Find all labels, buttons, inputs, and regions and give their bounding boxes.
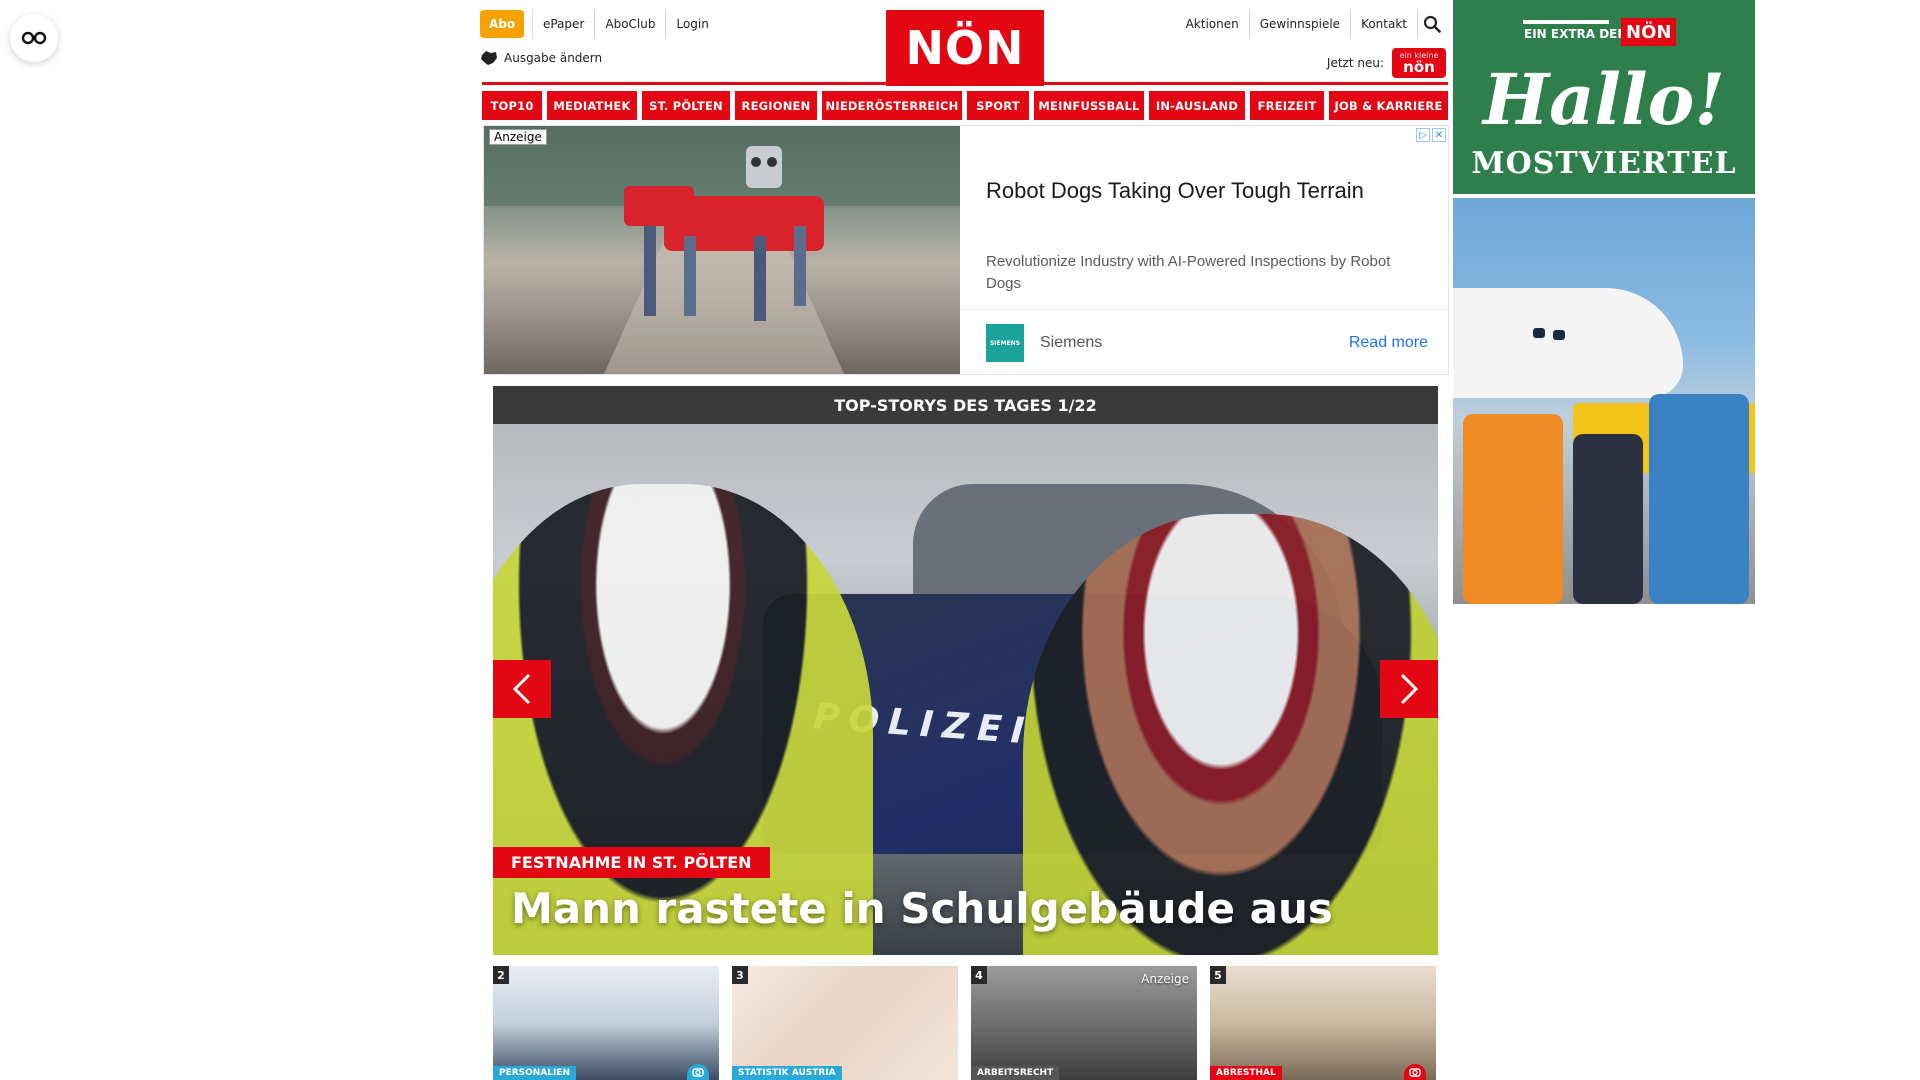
nav-top10[interactable]: TOP10 (482, 91, 542, 120)
suitcase-blue (1649, 394, 1749, 604)
thumb-number: 5 (1210, 966, 1226, 984)
carousel-prev-button[interactable] (493, 660, 551, 718)
nav-sport[interactable]: SPORT (967, 91, 1029, 120)
thumb-story-2[interactable]: 2 PERSONALIEN (493, 966, 719, 1080)
right-links: Aktionen Gewinnspiele Kontakt (1176, 10, 1446, 38)
adchoices-icon[interactable]: ▷ (1416, 128, 1430, 142)
abo-button[interactable]: Abo (480, 10, 524, 38)
nav-job-karriere[interactable]: JOB & KARRIERE (1329, 91, 1448, 120)
rail-extra-label: EIN EXTRA DER (1524, 27, 1627, 41)
reader-mode-button[interactable] (10, 14, 58, 62)
rail-region: MOSTVIERTEL (1471, 146, 1737, 181)
rail-airport-photo[interactable] (1453, 198, 1755, 604)
ad-divider (960, 309, 1448, 310)
thumb-number: 2 (493, 966, 509, 984)
robot-dog-illustration (484, 126, 960, 374)
search-icon[interactable] (1418, 10, 1446, 38)
nav-st-poelten[interactable]: ST. PÖLTEN (642, 91, 730, 120)
chevron-right-icon (1400, 673, 1419, 705)
top-links: ePaper AboClub Login (532, 10, 719, 38)
read-more-link[interactable]: Read more (1349, 334, 1428, 352)
nav-freizeit[interactable]: FREIZEIT (1250, 91, 1324, 120)
kontakt-link[interactable]: Kontakt (1351, 10, 1418, 38)
ausgabe-label: Ausgabe ändern (504, 51, 603, 65)
ausgabe-aendern[interactable]: Ausgabe ändern (480, 50, 602, 66)
thumb-story-5[interactable]: 5 ABRESTHAL (1210, 966, 1436, 1080)
kleine-non-text: nön (1403, 57, 1435, 76)
thumb-number: 4 (971, 966, 987, 984)
siemens-logo: SIEMENS (986, 324, 1024, 362)
top-stories-heading: TOP-STORYS DES TAGES 1/22 (493, 386, 1438, 424)
thumb-tag: ARBEITSRECHT (971, 1066, 1060, 1080)
rail-hallo-title: Hallo! (1482, 58, 1726, 141)
thumb-story-3[interactable]: 3 STATISTIK AUSTRIA (732, 966, 958, 1080)
thumb-story-4[interactable]: 4 Anzeige ARBEITSRECHT (971, 966, 1197, 1080)
camera-icon (687, 1064, 709, 1080)
suitcase-orange (1463, 414, 1563, 604)
rail-ad[interactable]: EIN EXTRA DER NÖN Hallo! MOSTVIERTEL (1453, 0, 1755, 604)
main-nav: TOP10 MEDIATHEK ST. PÖLTEN REGIONEN NIED… (482, 91, 1448, 120)
story-thumbnails: 2 PERSONALIEN 3 STATISTIK AUSTRIA 4 Anze… (493, 966, 1438, 1080)
nav-niederoesterreich[interactable]: NIEDERÖSTERREICH (822, 91, 962, 120)
site-header: Abo ePaper AboClub Login Ausgabe ändern … (480, 10, 1446, 86)
ad-label: Anzeige (489, 129, 547, 145)
ad-description: Revolutionize Industry with AI-Powered I… (986, 253, 1391, 292)
thumb-anzeige-label: Anzeige (1141, 972, 1189, 986)
login-link[interactable]: Login (665, 10, 718, 38)
hero-kicker[interactable]: FESTNAHME IN ST. PÖLTEN (493, 847, 770, 878)
robot-dog-image[interactable]: Anzeige (484, 126, 960, 374)
chevron-left-icon (512, 673, 531, 705)
close-icon[interactable]: ✕ (1432, 128, 1446, 142)
epaper-link[interactable]: ePaper (532, 10, 594, 38)
lower-austria-map-icon (481, 51, 497, 65)
nav-in-ausland[interactable]: IN-AUSLAND (1149, 91, 1245, 120)
gewinnspiele-link[interactable]: Gewinnspiele (1250, 10, 1352, 38)
suitcase-black (1573, 434, 1643, 604)
ad-choices[interactable]: ▷ ✕ (1416, 128, 1446, 142)
aktionen-link[interactable]: Aktionen (1176, 10, 1250, 38)
header-divider (482, 82, 1448, 85)
plane-window (1553, 330, 1565, 340)
plane-window (1533, 328, 1545, 338)
hero-story[interactable]: POLIZEI FESTNAHME IN ST. PÖLTEN Mann ras… (493, 424, 1438, 955)
jetzt-neu-label: Jetzt neu: (1326, 56, 1384, 70)
thumb-tag: ABRESTHAL (1210, 1066, 1282, 1080)
sponsored-ad[interactable]: Anzeige ▷ ✕ Robot Dogs Taking Over Tough… (483, 125, 1449, 375)
ad-title[interactable]: Robot Dogs Taking Over Tough Terrain (986, 178, 1426, 204)
jetzt-neu[interactable]: Jetzt neu: ein kleine nön (1327, 48, 1446, 78)
non-logo[interactable]: NÖN (886, 10, 1044, 86)
aboclub-link[interactable]: AboClub (594, 10, 665, 38)
nav-regionen[interactable]: REGIONEN (735, 91, 817, 120)
camera-icon (1404, 1064, 1426, 1080)
thumb-tag: STATISTIK AUSTRIA (732, 1066, 842, 1080)
airplane (1453, 288, 1683, 398)
rail-ad-banner[interactable]: EIN EXTRA DER NÖN Hallo! MOSTVIERTEL (1453, 0, 1755, 194)
thumb-tag: PERSONALIEN (493, 1066, 577, 1080)
nav-mediathek[interactable]: MEDIATHEK (547, 91, 637, 120)
nav-meinfussball[interactable]: MEINFUSSBALL (1034, 91, 1144, 120)
thumb-number: 3 (732, 966, 748, 984)
hero-title[interactable]: Mann rastete in Schulgebäude aus (511, 884, 1333, 933)
carousel-next-button[interactable] (1380, 660, 1438, 718)
ad-brand: Siemens (1040, 334, 1103, 351)
rail-bar (1523, 20, 1609, 24)
rail-non-logo: NÖN (1621, 18, 1677, 46)
kleine-non-badge[interactable]: ein kleine nön (1392, 48, 1446, 78)
glasses-icon (21, 31, 47, 45)
